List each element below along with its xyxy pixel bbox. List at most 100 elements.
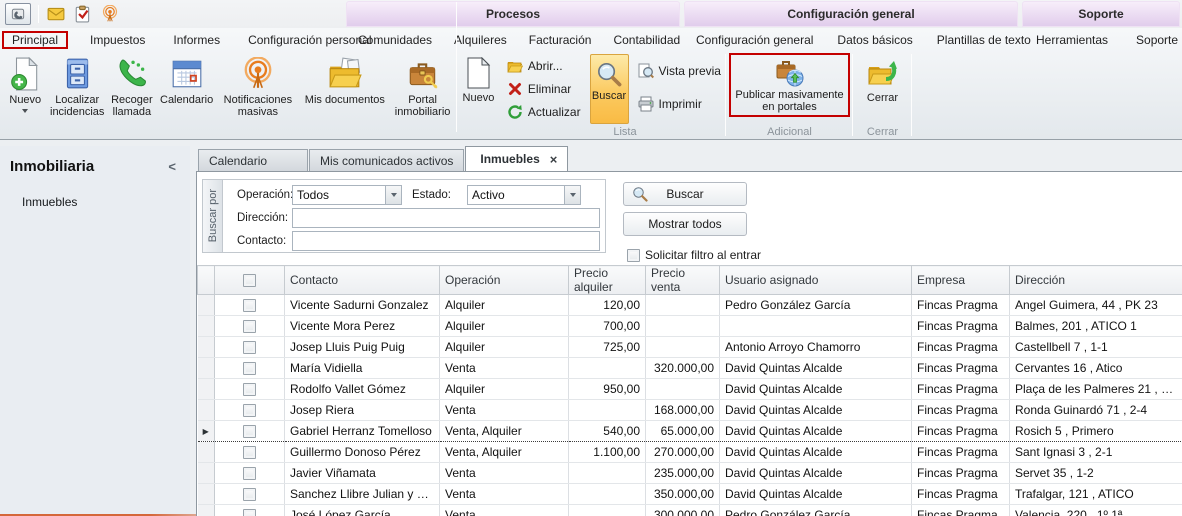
my-documents-button[interactable]: Mis documentos [301, 54, 390, 126]
row-select-cell[interactable] [215, 442, 285, 463]
row-checkbox[interactable] [243, 362, 256, 375]
row-select-cell[interactable] [215, 421, 285, 442]
row-checkbox[interactable] [243, 299, 256, 312]
row-select-cell[interactable] [215, 295, 285, 316]
dropdown-button[interactable] [564, 186, 580, 204]
open-button[interactable]: Abrir... [503, 57, 585, 75]
mail-icon[interactable] [46, 4, 66, 24]
ribbon-tab-datos-basicos[interactable]: Datos básicos [831, 31, 918, 49]
group-label-adicional: Adicional [726, 126, 853, 138]
row-checkbox[interactable] [243, 467, 256, 480]
search-icon [596, 61, 622, 87]
operacion-dropdown[interactable]: Todos [292, 185, 402, 205]
direccion-input[interactable] [292, 208, 600, 228]
row-checkbox[interactable] [243, 509, 256, 516]
row-checkbox[interactable] [243, 383, 256, 396]
table-row[interactable]: Josep Lluis Puig PuigAlquiler725,00Anton… [198, 337, 1182, 358]
ribbon-tab-soporte[interactable]: Soporte [1130, 31, 1182, 49]
publish-to-portals-button[interactable]: Publicar masivamente en portales [729, 53, 850, 117]
mass-notifications-button[interactable]: Notificaciones masivas [217, 54, 298, 126]
column-header-operacion[interactable]: Operación [440, 266, 569, 295]
ribbon-tab-herramientas[interactable]: Herramientas [1030, 31, 1114, 49]
row-checkbox[interactable] [243, 341, 256, 354]
row-select-cell[interactable] [215, 358, 285, 379]
ribbon-tab-impuestos[interactable]: Impuestos [84, 31, 151, 49]
row-select-cell[interactable] [215, 379, 285, 400]
solicitar-filtro-checkbox[interactable] [627, 249, 640, 262]
real-estate-portal-button[interactable]: Portal inmobiliario [391, 54, 454, 126]
contacto-input[interactable] [292, 231, 600, 251]
select-all-checkbox[interactable] [243, 274, 256, 287]
row-select-cell[interactable] [215, 463, 285, 484]
table-row[interactable]: Guillermo Donoso PérezVenta, Alquiler1.1… [198, 442, 1182, 463]
row-checkbox[interactable] [243, 320, 256, 333]
broadcast-icon[interactable] [100, 4, 120, 24]
filter-checkbox-row: Solicitar filtro al entrar [627, 248, 761, 262]
ribbon-tab-comunidades[interactable]: Comunidades [352, 31, 438, 49]
table-row[interactable]: Javier ViñamataVenta235.000,00David Quin… [198, 463, 1182, 484]
new-dropdown-button[interactable]: Nuevo [4, 54, 47, 126]
locate-incidents-button[interactable]: Localizar incidencias [49, 54, 106, 126]
table-row[interactable]: Vicente Mora PerezAlquiler700,00Fincas P… [198, 316, 1182, 337]
table-row[interactable]: Vicente Sadurni GonzalezAlquiler120,00Pe… [198, 295, 1182, 316]
close-icon[interactable]: × [550, 152, 558, 167]
ribbon-tab-principal[interactable]: Principal [2, 31, 68, 49]
estado-value: Activo [468, 186, 564, 204]
column-header-precio-venta[interactable]: Precio venta [646, 266, 720, 295]
ribbon-tab-configuracion-general[interactable]: Configuración general [690, 31, 819, 49]
row-checkbox[interactable] [243, 425, 256, 438]
close-folder-arrow-icon [867, 57, 899, 89]
new-button[interactable]: Nuevo [459, 54, 498, 126]
delete-button[interactable]: Eliminar [503, 80, 585, 98]
column-header-precio-alquiler[interactable]: Precio alquiler [569, 266, 646, 295]
show-all-button[interactable]: Mostrar todos [623, 212, 747, 236]
tab-calendario[interactable]: Calendario [198, 149, 308, 171]
table-row[interactable]: Sanchez Llibre Julian y Mari...Venta350.… [198, 484, 1182, 505]
ribbon-tab-facturacion[interactable]: Facturación [523, 31, 598, 49]
collapse-sidebar-icon[interactable]: < [168, 159, 176, 174]
row-checkbox[interactable] [243, 488, 256, 501]
row-select-cell[interactable] [215, 337, 285, 358]
column-header-empresa[interactable]: Empresa [912, 266, 1010, 295]
ribbon-tab-alquileres[interactable]: Alquileres [448, 31, 513, 49]
pickup-call-button[interactable]: Recoger llamada [108, 54, 156, 126]
close-button[interactable]: Cerrar [858, 54, 908, 126]
table-row[interactable]: Rodolfo Vallet GómezAlquiler950,00David … [198, 379, 1182, 400]
print-button[interactable]: Imprimir [634, 95, 725, 113]
table-row[interactable]: Josep RieraVenta168.000,00David Quintas … [198, 400, 1182, 421]
clipboard-check-icon[interactable] [73, 4, 93, 24]
row-select-cell[interactable] [215, 505, 285, 516]
cell-direccion: Servet 35 , 1-2 [1010, 463, 1182, 484]
estado-dropdown[interactable]: Activo [467, 185, 581, 205]
preview-button[interactable]: Vista previa [634, 62, 725, 80]
row-checkbox[interactable] [243, 446, 256, 459]
ribbon-tab-contabilidad[interactable]: Contabilidad [607, 31, 686, 49]
column-header-direccion[interactable]: Dirección [1010, 266, 1182, 295]
column-header-contacto[interactable]: Contacto [285, 266, 440, 295]
app-phone-icon[interactable] [5, 3, 31, 25]
filter-panel-tab[interactable]: Buscar por [203, 180, 223, 252]
cell-direccion: Sant Ignasi 3 , 2-1 [1010, 442, 1182, 463]
ribbon-tab-informes[interactable]: Informes [167, 31, 226, 49]
table-row[interactable]: José López GarcíaVenta300.000,00Pedro Go… [198, 505, 1182, 516]
calendar-button[interactable]: Calendario [158, 54, 215, 126]
table-row[interactable]: ▶Gabriel Herranz TomellosoVenta, Alquile… [198, 421, 1182, 442]
sidebar-items: Inmuebles [0, 192, 190, 212]
column-header-usuario-asignado[interactable]: Usuario asignado [720, 266, 912, 295]
ribbon-tab-plantillas-de-texto[interactable]: Plantillas de texto [931, 31, 1037, 49]
dropdown-button[interactable] [385, 186, 401, 204]
row-indicator [198, 316, 215, 337]
search-button-ribbon[interactable]: Buscar [590, 54, 629, 124]
tab-inmuebles[interactable]: Inmuebles× [465, 146, 568, 171]
row-select-cell[interactable] [215, 316, 285, 337]
search-button[interactable]: Buscar [623, 182, 747, 206]
row-select-cell[interactable] [215, 484, 285, 505]
tab-mis-comunicados-activos[interactable]: Mis comunicados activos [309, 149, 464, 171]
table-row[interactable]: María VidiellaVenta320.000,00David Quint… [198, 358, 1182, 379]
sidebar-item-inmuebles[interactable]: Inmuebles [0, 192, 190, 212]
grid-select-all-header[interactable] [215, 266, 285, 295]
cell-operacion: Venta [440, 400, 569, 421]
refresh-button[interactable]: Actualizar [503, 103, 585, 121]
row-checkbox[interactable] [243, 404, 256, 417]
row-select-cell[interactable] [215, 400, 285, 421]
